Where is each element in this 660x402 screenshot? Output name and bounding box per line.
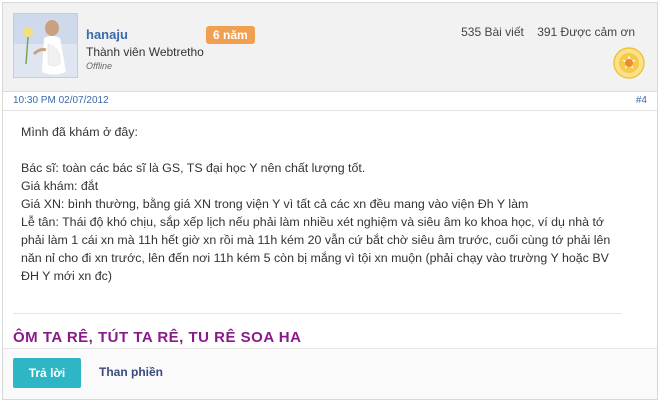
- username-link[interactable]: hanaju: [86, 27, 128, 42]
- user-stats: 535 Bài viết 391 Được cảm ơn: [461, 25, 635, 39]
- avatar-image: [14, 14, 77, 77]
- post-line: Bác sĩ: toàn các bác sĩ là GS, TS đại họ…: [21, 161, 366, 175]
- post-meta-bar: 10:30 PM 02/07/2012 #4: [3, 92, 657, 111]
- medal-icon: [613, 47, 645, 79]
- reply-button[interactable]: Trả lời: [13, 358, 81, 388]
- post-line: Mình đã khám ở đây:: [21, 125, 138, 139]
- forum-post: hanaju 6 năm Thành viên Webtretho Offlin…: [2, 2, 658, 400]
- post-line: ĐH Y mới xn đc): [21, 269, 112, 283]
- membership-years-badge: 6 năm: [206, 26, 255, 44]
- online-status: Offline: [86, 61, 113, 71]
- complain-link[interactable]: Than phiền: [99, 365, 163, 379]
- post-line: phải làm 1 cái xn mà 11h hết giờ xn rồi …: [21, 233, 611, 247]
- post-line: năn nỉ cho đi xn trước, lên đến nơi 11h …: [21, 251, 609, 265]
- post-line: Giá khám: đắt: [21, 179, 99, 193]
- post-footer: Trả lời Than phiền: [3, 348, 657, 399]
- post-line: Giá XN: bình thường, bằng giá XN trong v…: [21, 197, 529, 211]
- post-content: Mình đã khám ở đây: Bác sĩ: toàn các bác…: [21, 123, 631, 285]
- post-line: Lễ tân: Thái độ khó chịu, sắp xếp lịch n…: [21, 215, 605, 229]
- user-role: Thành viên Webtretho: [86, 45, 204, 59]
- thanks-count: 391 Được cảm ơn: [537, 25, 635, 39]
- post-header: hanaju 6 năm Thành viên Webtretho Offlin…: [3, 3, 657, 92]
- post-number-link[interactable]: #4: [636, 95, 647, 106]
- avatar[interactable]: [13, 13, 78, 78]
- post-timestamp: 10:30 PM 02/07/2012: [13, 95, 109, 106]
- post-count: 535 Bài viết: [461, 25, 524, 39]
- signature-divider: [13, 313, 622, 314]
- user-signature: ÔM TA RÊ, TÚT TA RÊ, TU RÊ SOA HA: [13, 329, 302, 346]
